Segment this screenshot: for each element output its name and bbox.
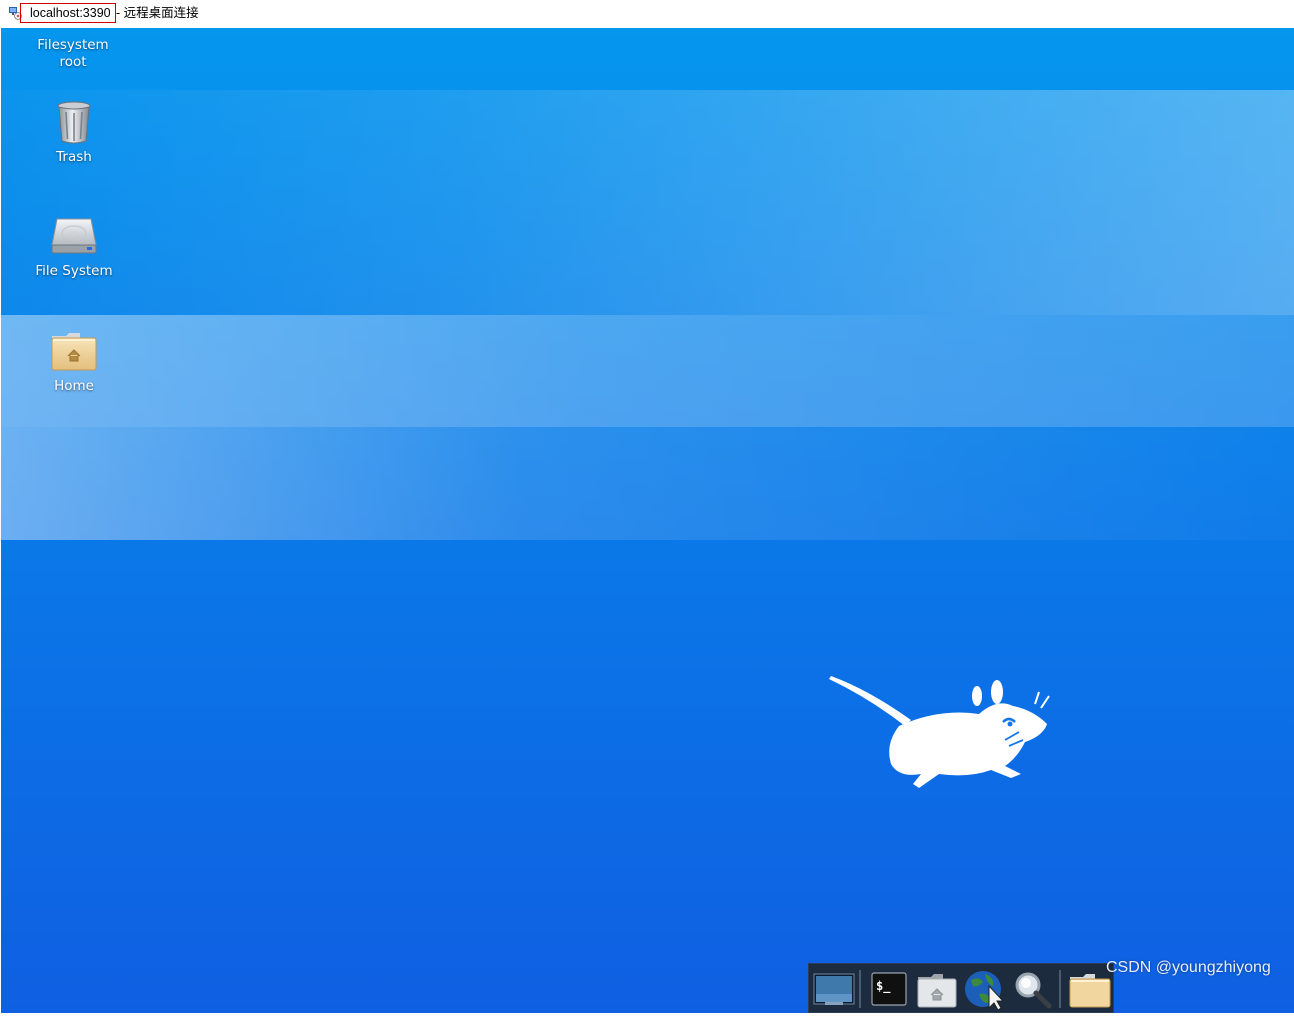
rdp-window: localhost:3390 - 远程桌面连接 Filesystem root (0, 0, 1294, 1016)
desktop-icon-label: Home (54, 378, 94, 394)
dock-panel: $_ (808, 963, 1114, 1013)
wallpaper-band (1, 315, 1294, 427)
xfce-mouse-icon (829, 676, 1050, 788)
dock-app-finder-button[interactable] (1011, 968, 1055, 1010)
trash-icon (57, 101, 91, 144)
wallpaper-band (1, 427, 1294, 540)
terminal-icon: $_ (871, 972, 907, 1006)
svg-text:$_: $_ (876, 979, 891, 994)
dock-separator (1059, 970, 1061, 1008)
desktop-icon-filesystem-root[interactable]: Filesystem root (13, 37, 133, 71)
desktop-icon-trash[interactable]: Trash (14, 99, 134, 166)
dock-file-manager-button[interactable] (915, 968, 959, 1010)
dock-show-desktop-button[interactable] (811, 968, 855, 1010)
host-address: localhost:3390 (20, 3, 116, 23)
desktop-icon (813, 973, 855, 1005)
hard-drive-icon (51, 218, 97, 254)
home-folder-icon (51, 333, 97, 371)
wallpaper-band (1, 90, 1294, 315)
window-title-bar[interactable]: localhost:3390 - 远程桌面连接 (0, 0, 1294, 28)
globe-icon (965, 971, 1005, 1011)
window-title: - 远程桌面连接 (116, 6, 199, 20)
desktop-icon-label: Filesystem root (37, 37, 109, 70)
dock-web-browser-button[interactable] (963, 968, 1007, 1011)
home-folder-icon (917, 974, 957, 1008)
folder-icon (1069, 974, 1111, 1008)
desktop-icon-home[interactable]: Home (14, 330, 134, 395)
dock-terminal-button[interactable]: $_ (867, 968, 911, 1010)
desktop-icon-label: Trash (56, 149, 92, 165)
watermark: CSDN @youngzhiyong (1106, 959, 1271, 976)
dock-separator (859, 970, 861, 1008)
desktop-icon-file-system[interactable]: File System (14, 215, 134, 280)
xfce-desktop[interactable]: Filesystem root Trash File System Home $… (1, 28, 1294, 1013)
desktop-icon-label: File System (35, 263, 113, 279)
dock-folder-button[interactable] (1067, 968, 1111, 1010)
magnifier-icon (1015, 972, 1052, 1009)
